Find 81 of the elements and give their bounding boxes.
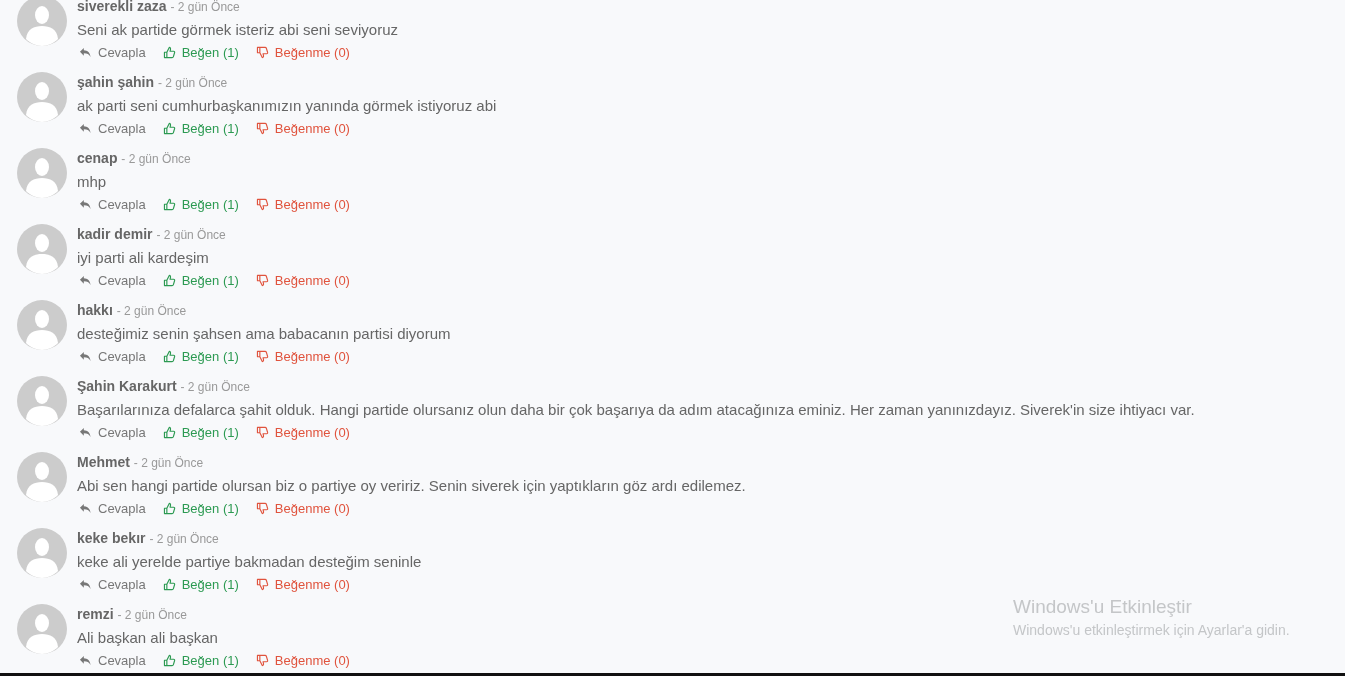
like-button[interactable]: Beğen (1) [160,497,239,520]
avatar-icon [17,0,67,46]
author-name: siverekli zaza [77,0,167,14]
avatar-icon [17,376,67,426]
reply-button[interactable]: Cevapla [77,421,146,444]
like-button[interactable]: Beğen (1) [160,345,239,368]
avatar-icon [17,72,67,122]
avatar-icon [17,224,67,274]
reply-button[interactable]: Cevapla [77,193,146,216]
comment-time: - 2 gün Önce [149,532,219,546]
comment-text: Abi sen hangi partide olursan biz o partiye oy veririz. Senin siverek için yaptıkların göz ardı edilemez. [77,476,746,496]
comment-text: Başarılarınıza defalarca şahit olduk. Hangi partide olursanız olun daha bir çok başarıya da adım atacağınıza eminiz. Her zaman yanınızdayız. Siverek'in size ihtiyacı var. [77,400,1195,420]
avatar-icon [17,452,67,502]
dislike-button[interactable]: Beğenme (0) [253,41,350,64]
reply-button[interactable]: Cevapla [77,649,146,672]
comment-time: - 2 gün Önce [157,76,228,90]
like-button[interactable]: Beğen (1) [160,269,239,292]
avatar-icon [17,300,67,350]
comment-text: mhp [77,172,108,192]
avatar-icon [17,528,67,578]
comment-time: - 2 gün Önce [117,608,187,622]
thumbs-up-icon [162,46,176,59]
like-button[interactable]: Beğen (1) [160,421,239,444]
like-button[interactable]: Beğen (1) [160,193,239,216]
like-button[interactable]: Beğen (1) [160,649,239,672]
reply-button[interactable]: Cevapla [77,573,146,596]
author-name: cenap [77,150,118,166]
comment-text: desteğimiz senin şahsen ama babacanın partisi diyorum [77,324,451,344]
comment-text: iyi parti ali kardeşim [77,248,210,268]
comment-text: Seni ak partide görmek isteriz abi seni seviyoruz [77,20,398,40]
dislike-button[interactable]: Beğenme (0) [253,421,350,444]
dislike-button[interactable]: Beğenme (0) [253,269,350,292]
comment-time: - 2 gün Önce [156,228,226,242]
reply-button[interactable]: Cevapla [77,345,146,368]
like-button[interactable]: Beğen (1) [160,573,239,596]
author-name: şahin şahin [77,74,155,90]
author-name: hakkı [77,302,113,318]
reply-button[interactable]: Cevapla [77,269,146,292]
author-name: keke bekır [77,530,146,546]
dislike-button[interactable]: Beğenme (0) [253,117,350,140]
dislike-button[interactable]: Beğenme (0) [253,573,350,596]
thumbs-down-icon [255,274,269,287]
comment-time: - 2 gün Önce [133,456,204,470]
thumbs-down-icon [255,122,269,135]
comment-time: - 2 gün Önce [116,304,187,318]
thumbs-down-icon [255,502,269,515]
dislike-button[interactable]: Beğenme (0) [253,345,350,368]
comment-time: - 2 gün Önce [121,152,191,166]
avatar-icon [17,148,67,198]
author-name: Şahin Karakurt [77,378,177,394]
thumbs-down-icon [255,46,269,59]
like-button[interactable]: Beğen (1) [160,41,239,64]
like-button[interactable]: Beğen (1) [160,117,239,140]
thumbs-down-icon [255,426,269,439]
thumbs-up-icon [162,502,176,515]
thumbs-up-icon [162,122,176,135]
thumbs-up-icon [162,426,176,439]
comment-text: Ali başkan ali başkan [77,628,219,648]
dislike-button[interactable]: Beğenme (0) [253,497,350,520]
author-name: kadir demir [77,226,153,242]
reply-button[interactable]: Cevapla [77,117,146,140]
thumbs-up-icon [162,578,176,591]
author-name: remzi [77,606,114,622]
thumbs-up-icon [162,350,176,363]
thumbs-up-icon [162,274,176,287]
dislike-button[interactable]: Beğenme (0) [253,193,350,216]
thumbs-down-icon [255,198,269,211]
author-name: Mehmet [77,454,130,470]
thumbs-up-icon [162,198,176,211]
avatar-icon [17,604,67,654]
thumbs-down-icon [255,350,269,363]
dislike-button[interactable]: Beğenme (0) [253,649,350,672]
reply-button[interactable]: Cevapla [77,41,146,64]
comment-text: ak parti seni cumhurbaşkanımızın yanında görmek istiyoruz abi [77,96,497,116]
thumbs-down-icon [255,654,269,667]
thumbs-up-icon [162,654,176,667]
reply-button[interactable]: Cevapla [77,497,146,520]
comment-time: - 2 gün Önce [180,380,250,394]
comment-time: - 2 gün Önce [170,0,240,14]
thumbs-down-icon [255,578,269,591]
comment-text: keke ali yerelde partiye bakmadan desteğim seninle [77,552,422,572]
